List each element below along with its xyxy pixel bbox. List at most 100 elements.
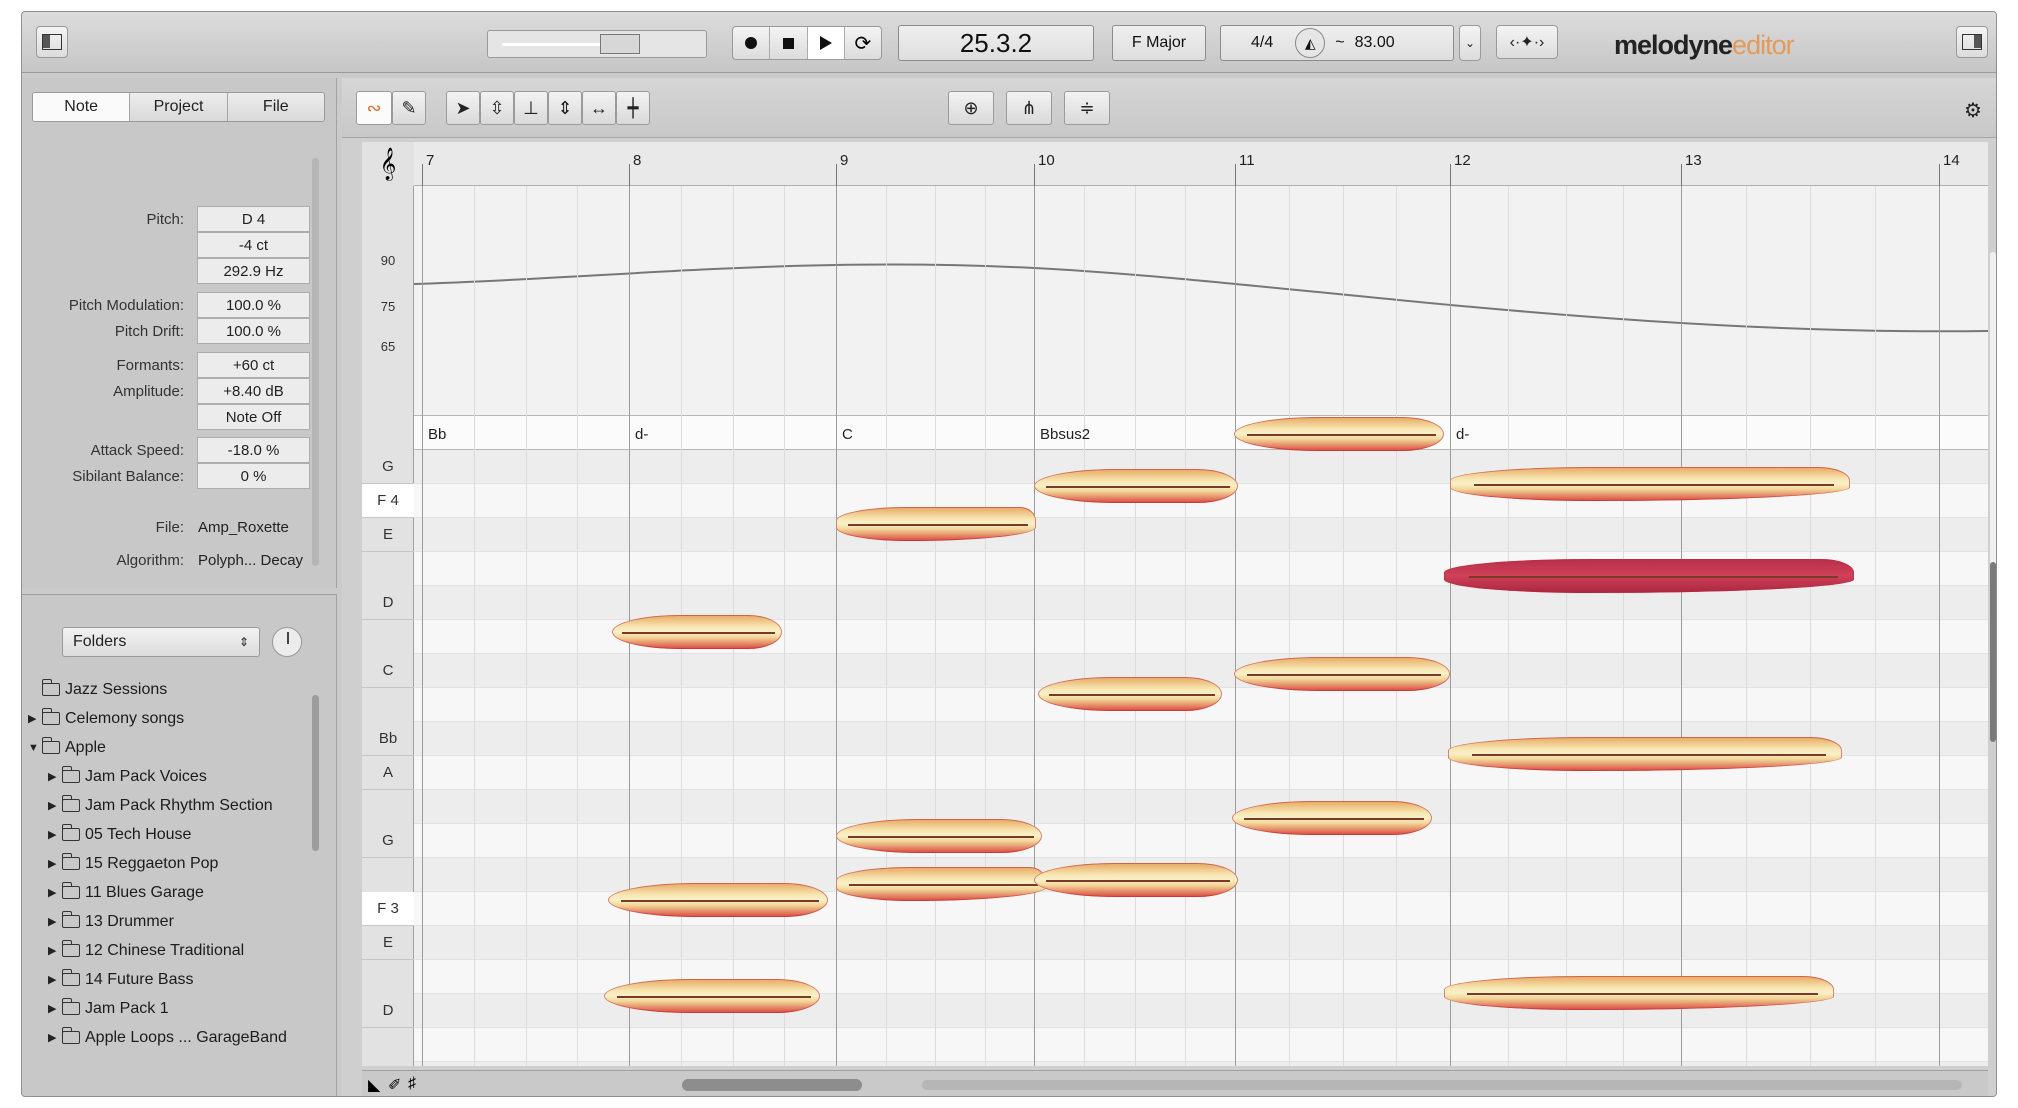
piano-key-label[interactable]: E xyxy=(362,926,414,960)
piano-keys[interactable]: 90 75 65 G F 4 E D C Bb A G F 3ED xyxy=(362,186,414,1066)
piano-key-label[interactable]: A xyxy=(362,756,414,790)
note-blob[interactable] xyxy=(1448,737,1842,771)
note-blob[interactable] xyxy=(612,615,782,649)
settings-gear-icon[interactable]: ⚙ xyxy=(1964,98,1982,123)
piano-key-label[interactable]: G xyxy=(362,824,414,858)
note-blob[interactable] xyxy=(1234,657,1450,691)
param-value-field[interactable]: 100.0 % xyxy=(197,318,310,344)
tab-file[interactable]: File xyxy=(227,93,324,121)
note-blob[interactable] xyxy=(836,507,1036,541)
toggle-left-panel-button[interactable] xyxy=(36,26,68,58)
browser-folder-item[interactable]: ▶ 12 Chinese Traditional xyxy=(28,936,318,965)
browser-options-button[interactable] xyxy=(272,627,302,657)
treble-clef-icon[interactable]: 𝄞 xyxy=(362,142,414,186)
correct-pitch-button[interactable]: ⊕ xyxy=(948,91,994,125)
metronome-icon[interactable]: ◭ xyxy=(1295,28,1326,58)
browser-folder-item[interactable]: ▶ 14 Future Bass xyxy=(28,965,318,994)
browser-folder-item[interactable]: ▶ Apple Loops ... GarageBand xyxy=(28,1023,318,1052)
bar-ruler[interactable]: 7 8 9 10 11 12 13 14 xyxy=(414,142,1988,186)
timing-tool[interactable]: ↔ xyxy=(582,91,616,125)
browser-folder-item[interactable]: ▶ Jam Pack 1 xyxy=(28,994,318,1023)
key-display[interactable]: F Major xyxy=(1112,25,1206,61)
slider-handle[interactable] xyxy=(600,34,640,54)
wrench-icon[interactable]: ✐ xyxy=(388,1075,401,1095)
note-blob[interactable] xyxy=(836,819,1042,853)
disclosure-triangle-icon[interactable]: ▶ xyxy=(28,712,42,725)
browser-folder-item[interactable]: ▶ 05 Tech House xyxy=(28,820,318,849)
note-blob[interactable] xyxy=(1038,677,1222,711)
param-value-field[interactable]: D 4 xyxy=(197,206,310,232)
sharp-icon[interactable]: ♯ xyxy=(408,1075,416,1093)
scroll-thumb[interactable] xyxy=(1990,562,1996,742)
quantize-time-button[interactable]: ⋔ xyxy=(1006,91,1052,125)
overview-waveform[interactable] xyxy=(922,1080,1962,1090)
toggle-right-panel-button[interactable] xyxy=(1956,26,1988,58)
tempo-display[interactable]: 4/4 ◭ ~ 83.00 xyxy=(1220,25,1454,61)
browser-folder-item[interactable]: ▼ Apple xyxy=(28,733,318,762)
param-value-field[interactable]: 0 % xyxy=(197,463,310,489)
tempo-detect-button[interactable]: ‹·✦·› xyxy=(1496,25,1558,59)
note-blob[interactable] xyxy=(836,867,1046,901)
tab-project[interactable]: Project xyxy=(130,93,228,121)
param-value-field[interactable]: 100.0 % xyxy=(197,292,310,318)
note-blob[interactable] xyxy=(1234,417,1444,451)
formant-tool[interactable]: ⊥ xyxy=(514,91,548,125)
disclosure-triangle-icon[interactable]: ▶ xyxy=(48,886,62,899)
tempo-curve[interactable] xyxy=(414,186,1988,416)
browser-folder-item[interactable]: ▶ 15 Reggaeton Pop xyxy=(28,849,318,878)
leveling-button[interactable]: ≑ xyxy=(1064,91,1110,125)
param-value-field[interactable]: -4 ct xyxy=(197,232,310,258)
note-blob[interactable] xyxy=(604,979,820,1013)
disclosure-triangle-icon[interactable]: ▶ xyxy=(48,799,62,812)
param-value-field[interactable]: 292.9 Hz xyxy=(197,258,310,284)
disclosure-triangle-icon[interactable]: ▶ xyxy=(48,944,62,957)
position-display[interactable]: 25.3.2 xyxy=(898,25,1094,61)
horizontal-scroll-thumb[interactable] xyxy=(682,1079,862,1091)
note-blob[interactable] xyxy=(608,883,828,917)
piano-key-label[interactable]: F 3 xyxy=(362,892,414,926)
param-value-field[interactable]: -18.0 % xyxy=(197,437,310,463)
folders-select[interactable]: Folders ⇕ xyxy=(62,627,260,657)
inspector-scrollbar[interactable] xyxy=(312,158,319,566)
note-separation-tool[interactable]: ┿ xyxy=(616,91,650,125)
piano-key-label[interactable]: D xyxy=(362,586,414,620)
browser-folder-item[interactable]: ▶ 13 Drummer xyxy=(28,907,318,936)
stop-button[interactable] xyxy=(770,27,808,59)
note-blob[interactable] xyxy=(1444,559,1854,593)
piano-key-label[interactable]: D xyxy=(362,994,414,1028)
disclosure-triangle-icon[interactable]: ▶ xyxy=(48,915,62,928)
param-value-field[interactable]: +60 ct xyxy=(197,352,310,378)
param-value-field[interactable]: Note Off xyxy=(197,404,310,430)
browser-folder-item[interactable]: ▶ Jam Pack Voices xyxy=(28,762,318,791)
disclosure-triangle-icon[interactable]: ▶ xyxy=(48,828,62,841)
tab-note[interactable]: Note xyxy=(33,93,131,121)
browser-folder-item[interactable]: ▶ Jam Pack Rhythm Section xyxy=(28,791,318,820)
disclosure-triangle-icon[interactable]: ▼ xyxy=(28,742,42,754)
tempo-menu-button[interactable]: ⌄ xyxy=(1459,25,1481,61)
scissors-tool[interactable]: ✎ xyxy=(392,91,426,125)
volume-slider[interactable] xyxy=(487,30,707,58)
chord-symbol[interactable]: d- xyxy=(1456,426,1469,443)
note-blob[interactable] xyxy=(1444,976,1834,1010)
disclosure-triangle-icon[interactable]: ▶ xyxy=(48,1002,62,1015)
browser-folder-item[interactable]: Jazz Sessions xyxy=(28,675,318,704)
disclosure-triangle-icon[interactable]: ▶ xyxy=(48,770,62,783)
loop-button[interactable]: ⟳ xyxy=(845,27,881,59)
piano-key-label[interactable]: G xyxy=(362,450,414,484)
piano-key-label[interactable]: E xyxy=(362,518,414,552)
chord-track[interactable] xyxy=(414,416,1988,450)
browser-scrollbar[interactable] xyxy=(312,695,319,851)
browser-folder-item[interactable]: ▶ Celemony songs xyxy=(28,704,318,733)
play-marker-icon[interactable]: ◣ xyxy=(368,1075,380,1095)
chord-symbol[interactable]: d- xyxy=(635,426,648,443)
editor-vertical-scrollbar[interactable] xyxy=(1988,142,1996,1072)
chord-symbol[interactable]: C xyxy=(842,426,853,443)
note-blob[interactable] xyxy=(1034,863,1238,897)
pitch-grid[interactable]: Bbd-CBbsus2C5d- xyxy=(414,186,1988,1066)
piano-key-label[interactable]: C xyxy=(362,654,414,688)
piano-key-label[interactable]: F 4 xyxy=(362,484,414,518)
play-button[interactable] xyxy=(807,27,845,59)
record-button[interactable] xyxy=(733,27,771,59)
note-blob[interactable] xyxy=(1232,801,1432,835)
note-blob[interactable] xyxy=(1034,469,1238,503)
